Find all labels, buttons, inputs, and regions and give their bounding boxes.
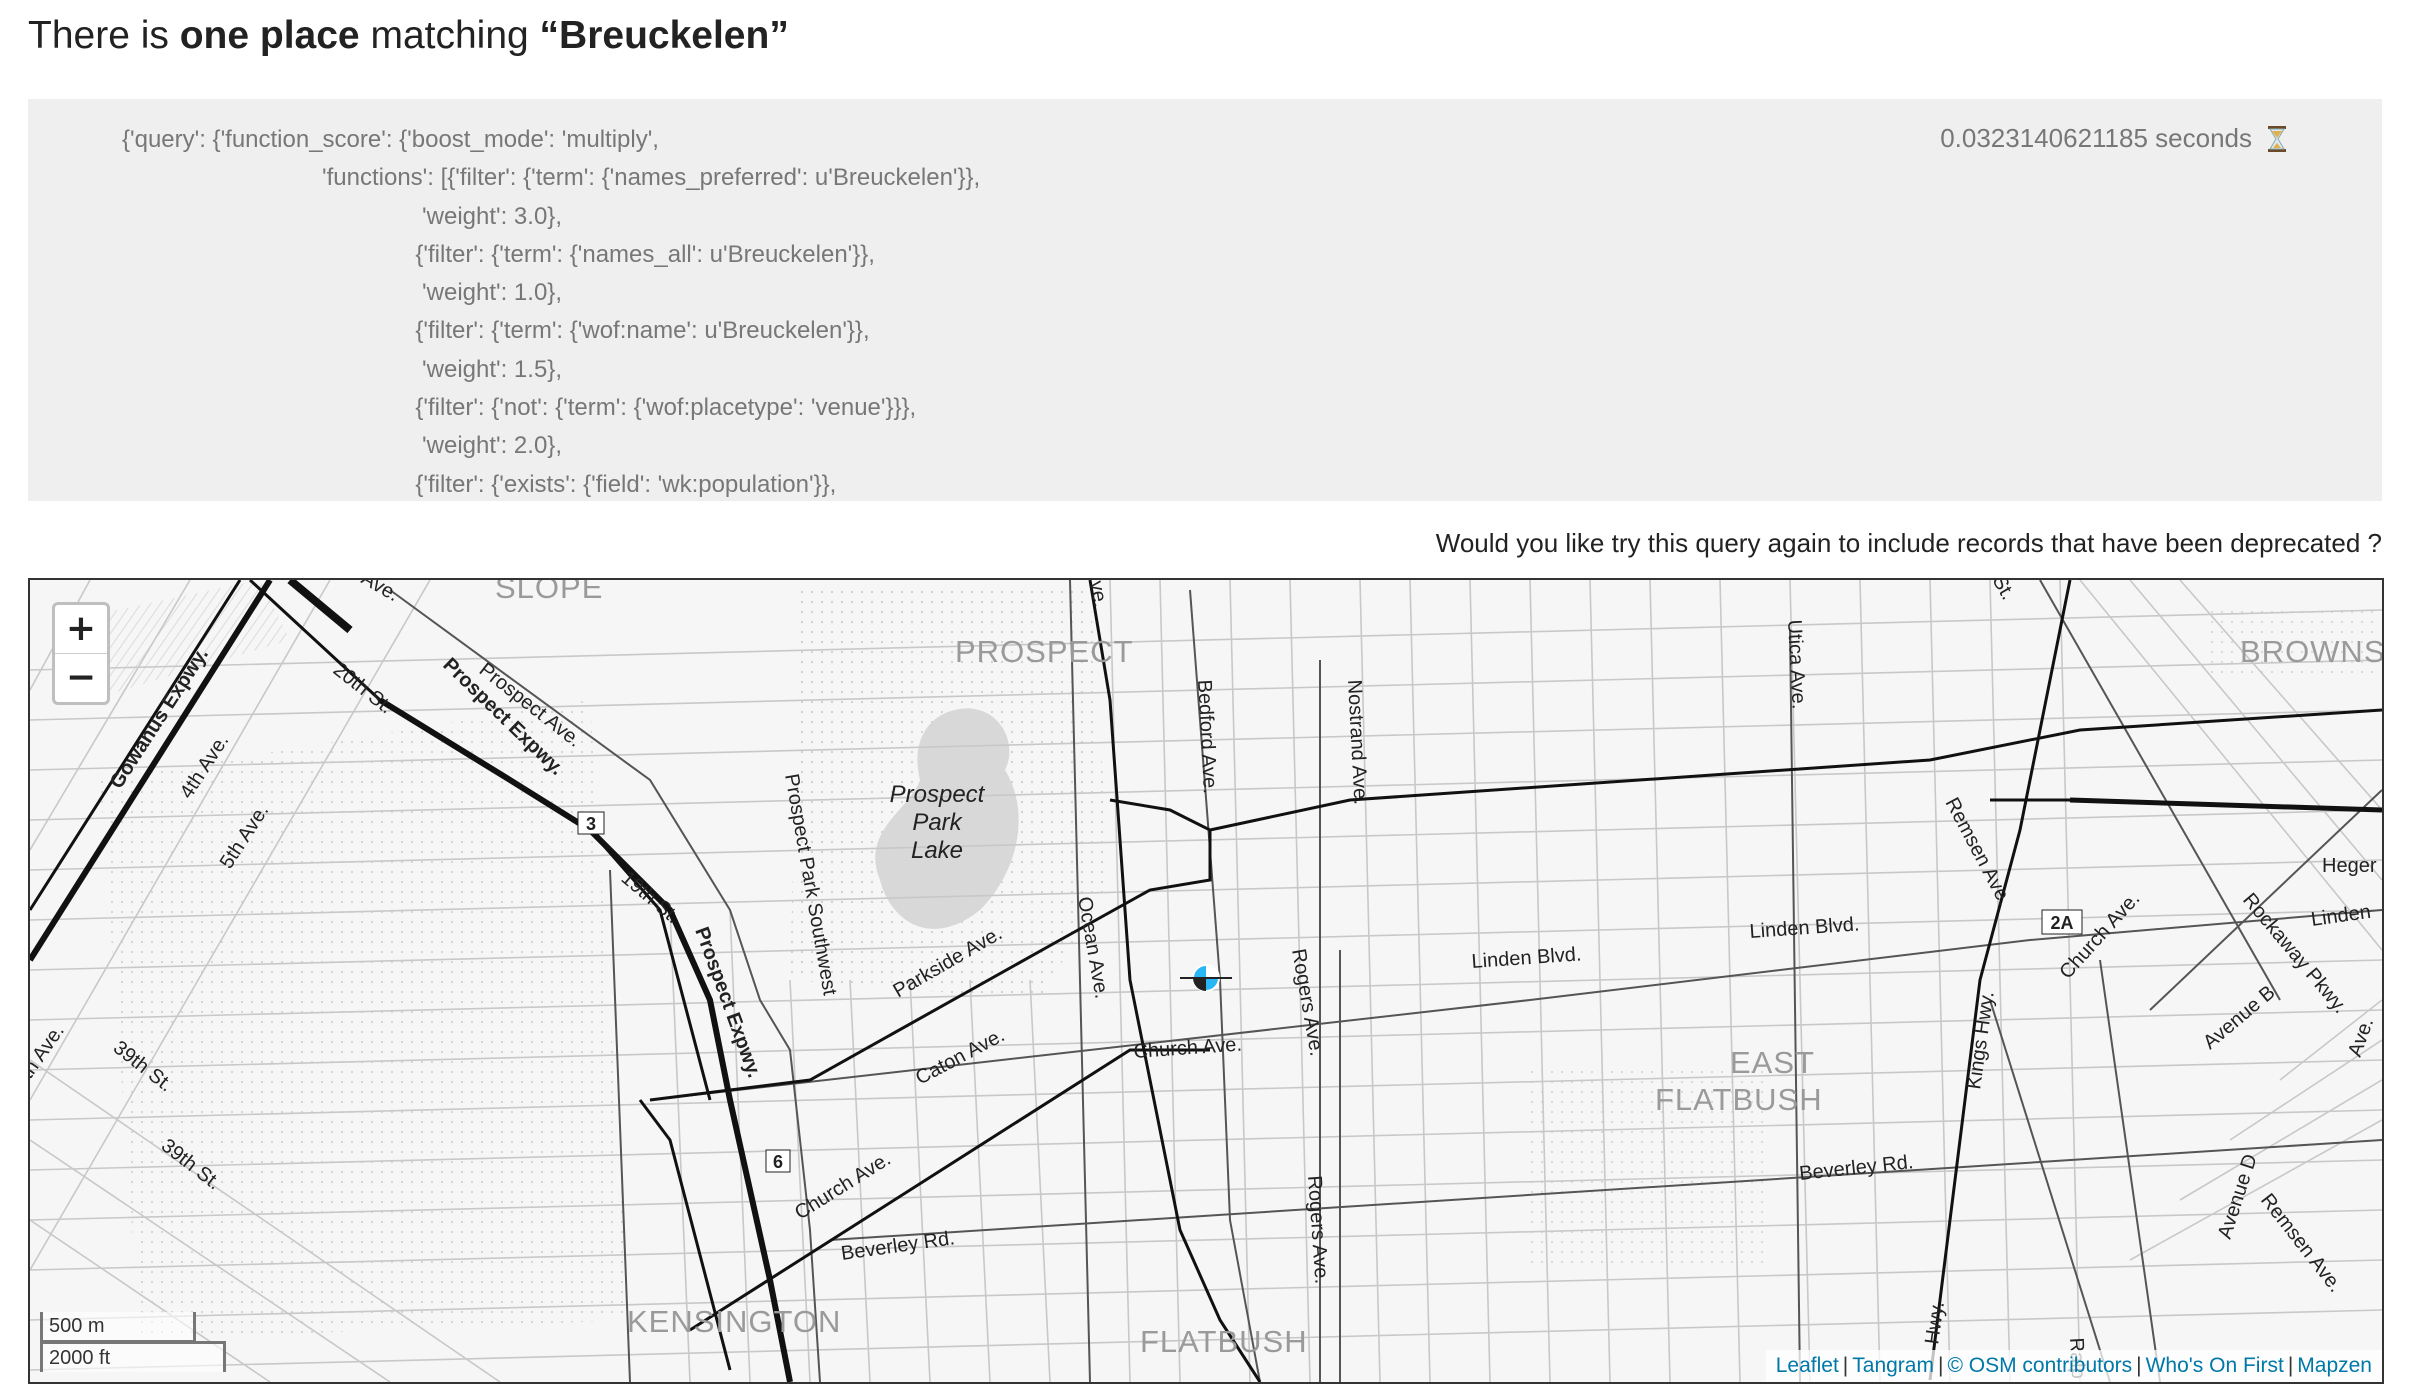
search-term: “Breuckelen” <box>539 14 789 57</box>
query-line: {'query': {'function_score': {'boost_mod… <box>122 126 659 153</box>
result-count: one place <box>179 14 360 57</box>
query-line: 'weight': 2.0}, <box>122 432 562 460</box>
svg-text:3: 3 <box>586 814 596 834</box>
query-line: {'filter': {'term': {'names_all': u'Breu… <box>122 240 875 268</box>
neighborhood-label: FLATBUSH <box>1655 1082 1823 1117</box>
neighborhood-label: KENSINGTON <box>627 1304 841 1339</box>
query-panel: {'query': {'function_score': {'boost_mod… <box>28 99 2382 501</box>
scale-metric: 500 m <box>40 1312 196 1343</box>
query-line: 'weight': 1.0}, <box>122 279 562 307</box>
svg-text:Lake: Lake <box>911 837 963 864</box>
include-deprecated-link[interactable]: Would you like try this query again to i… <box>1436 528 2382 559</box>
timing-text: 0.0323140621185 seconds <box>1940 123 2252 153</box>
heading-middle: matching <box>359 14 540 57</box>
query-timing: 0.0323140621185 seconds <box>1940 123 2288 154</box>
results-heading: There is one place matching “Breuckelen” <box>28 14 789 58</box>
zoom-control: + − <box>52 602 110 705</box>
scale-bar: 500 m 2000 ft <box>40 1312 226 1372</box>
heading-prefix: There is <box>28 14 180 57</box>
query-line: {'filter': {'not': {'term': {'wof:placet… <box>122 394 917 422</box>
street-label: Heger <box>2322 855 2377 877</box>
attribution-separator: | <box>2287 1354 2294 1377</box>
query-line: {'filter': {'term': {'wof:name': u'Breuc… <box>122 317 870 345</box>
query-line: 'weight': 1.5}, <box>122 355 562 383</box>
query-line: 'weight': 3.0}, <box>122 202 562 230</box>
svg-text:2A: 2A <box>2050 913 2073 933</box>
attribution-tangram-link[interactable]: Tangram <box>1852 1354 1934 1377</box>
attribution-separator: | <box>1937 1354 1944 1377</box>
exit-shield-3: 3 <box>577 811 605 835</box>
scale-imperial: 2000 ft <box>40 1341 226 1372</box>
attribution-osm-link[interactable]: © OSM contributors <box>1947 1354 2132 1377</box>
svg-text:Prospect: Prospect <box>890 781 986 808</box>
neighborhood-label: BROWNS <box>2240 634 2382 669</box>
attribution-leaflet-link[interactable]: Leaflet <box>1776 1354 1839 1377</box>
map-attribution: Leaflet | Tangram | © OSM contributors | Who's… <box>1765 1350 2382 1382</box>
query-code: {'query': {'function_score': {'boost_mod… <box>122 121 980 501</box>
map-view[interactable]: 3 6 2A SLOPE PROSPECT BROWNS EAST FLATBU… <box>28 578 2384 1384</box>
svg-text:Park: Park <box>912 809 963 836</box>
exit-shield-2a: 2A <box>2041 909 2083 935</box>
map-tiles: 3 6 2A SLOPE PROSPECT BROWNS EAST FLATBU… <box>30 580 2382 1382</box>
street-label: Utica Ave. <box>1783 619 1810 710</box>
attribution-separator: | <box>2136 1354 2142 1377</box>
attribution-wof-link[interactable]: Who's On First <box>2146 1354 2284 1377</box>
zoom-out-button[interactable]: − <box>55 653 107 702</box>
hourglass-icon <box>2268 125 2286 152</box>
query-line: 'functions': [{'filter': {'term': {'name… <box>122 164 981 192</box>
neighborhood-label: FLATBUSH <box>1140 1324 1308 1359</box>
attribution-separator: | <box>1842 1354 1849 1377</box>
svg-text:6: 6 <box>773 1152 783 1172</box>
zoom-in-button[interactable]: + <box>55 605 107 653</box>
attribution-mapzen-link[interactable]: Mapzen <box>2297 1354 2372 1377</box>
cemetery-area <box>100 700 630 1340</box>
neighborhood-label: SLOPE <box>495 580 603 605</box>
query-line: {'filter': {'exists': {'field': 'wk:popu… <box>122 470 837 498</box>
street-label: ve. <box>1085 580 1111 609</box>
neighborhood-label: PROSPECT <box>955 634 1134 669</box>
neighborhood-label: EAST <box>1730 1045 1815 1080</box>
exit-shield-6: 6 <box>765 1149 791 1173</box>
